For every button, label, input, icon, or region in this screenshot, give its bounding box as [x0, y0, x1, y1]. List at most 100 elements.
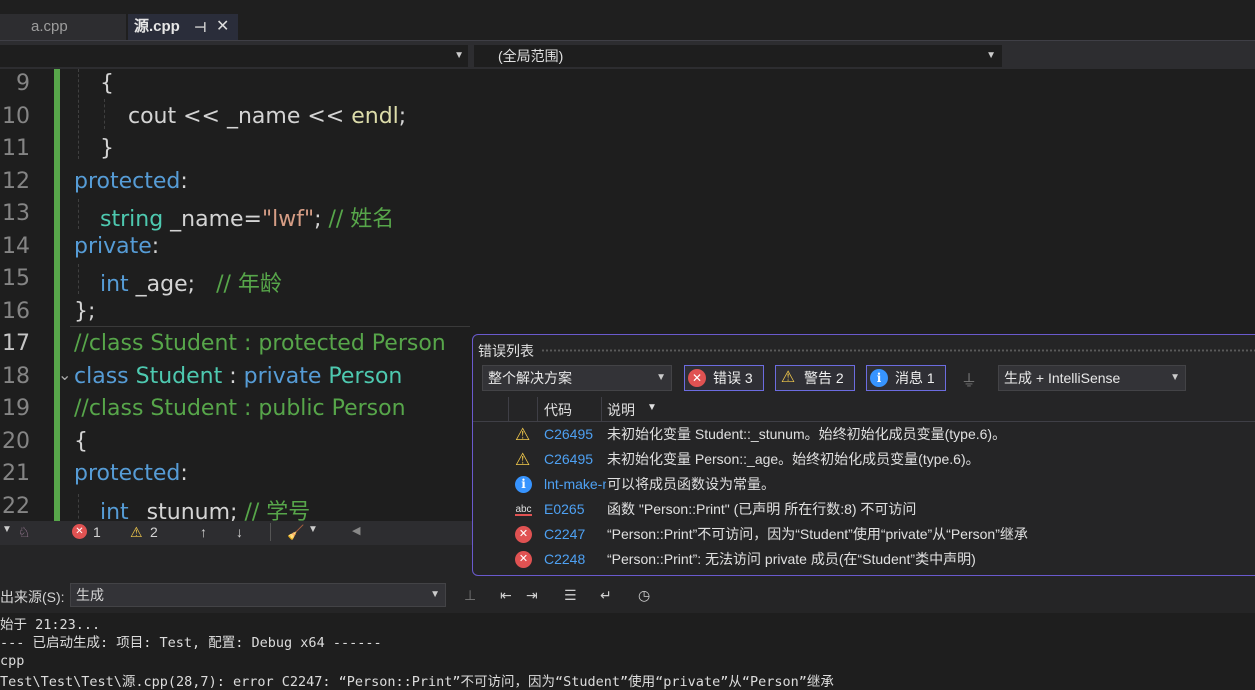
messages-filter-button[interactable]: i 消息 1 — [866, 365, 946, 391]
info-icon: i — [870, 369, 888, 387]
line-number: 16 — [2, 299, 30, 324]
warning-icon: ⚠ — [515, 425, 531, 444]
project-dropdown[interactable]: ▼ — [0, 45, 468, 67]
error-code-link[interactable]: C2247 — [544, 522, 606, 547]
error-list-row[interactable]: ✕ C2247 “Person::Print”不可访问，因为“Student”使… — [473, 522, 1255, 547]
error-code-link[interactable]: lnt-make-member-function-const — [544, 472, 606, 497]
code-line: int _stunum; // 学号 — [100, 494, 310, 521]
token: ; — [314, 207, 329, 232]
token: // 学号 — [244, 500, 311, 521]
token: string — [100, 207, 164, 232]
token: << — [300, 104, 352, 129]
line-number-gutter: 9 10 11 12 13 14 15 16 17 18 19 20 21 22 — [0, 69, 40, 521]
error-list-window[interactable]: 错误列表 整个解决方案 ▼ ✕ 错误 3 ⚠ 警告 2 i 消息 1 ⏚ 生成 … — [472, 334, 1255, 576]
column-separator — [601, 397, 602, 421]
previous-message-icon[interactable]: ⇤ — [500, 587, 512, 604]
chevron-down-icon[interactable]: ▼ — [2, 524, 12, 535]
chevron-down-icon: ▼ — [430, 589, 440, 600]
tab-label: a.cpp — [31, 18, 68, 35]
fold-chevron-icon[interactable]: ⌄ — [58, 365, 71, 385]
error-icon: ✕ — [515, 551, 532, 568]
find-message-icon[interactable]: ⊥ — [464, 587, 476, 604]
errors-filter-button[interactable]: ✕ 错误 3 — [684, 365, 764, 391]
warning-icon: ⚠ — [780, 369, 796, 386]
arrow-down-icon[interactable]: ↓ — [236, 524, 243, 540]
broom-icon[interactable]: 🧹 — [287, 524, 304, 541]
scope-value: (全局范围) — [498, 48, 564, 64]
error-description: “Person::Print”不可访问，因为“Student”使用“privat… — [607, 526, 1028, 542]
token: _name — [226, 104, 301, 129]
error-list-row[interactable]: ⚠ C26495 未初始化变量 Student::_stunum。始终初始化成员… — [473, 422, 1255, 447]
copilot-icon[interactable]: ♘ — [18, 524, 31, 541]
scroll-left-icon[interactable]: ◀ — [352, 524, 360, 537]
chevron-down-icon[interactable]: ▼ — [308, 524, 318, 535]
error-list-row[interactable]: ✕ C2248 “Person::Print”: 无法访问 private 成员… — [473, 547, 1255, 572]
indent-guide — [78, 494, 79, 521]
error-description: “Person::Print”: 无法访问 private 成员(在“Stude… — [607, 551, 976, 567]
error-code-link[interactable]: E0265 — [544, 497, 606, 522]
scope-value: 整个解决方案 — [488, 370, 572, 386]
warning-count[interactable]: 2 — [150, 524, 158, 540]
messages-filter-label: 消息 1 — [895, 370, 935, 386]
tab-src-cpp[interactable]: 源.cpp ⊣ ✕ — [128, 14, 238, 40]
column-separator — [508, 397, 509, 421]
column-code[interactable]: 代码 — [544, 400, 572, 420]
sort-down-icon[interactable]: ▼ — [647, 402, 657, 413]
build-source-select[interactable]: 生成 + IntelliSense ▼ — [998, 365, 1186, 391]
line-number: 15 — [2, 266, 30, 291]
token: "lwf" — [261, 207, 315, 232]
error-code-link[interactable]: C26495 — [544, 422, 606, 447]
token: ; — [398, 104, 407, 129]
line-number: 18 — [2, 364, 30, 389]
current-line-highlight — [70, 326, 470, 327]
pin-icon[interactable]: ⊣ — [194, 14, 207, 40]
error-icon[interactable]: ✕ — [72, 524, 87, 539]
token: int — [100, 272, 129, 297]
line-number: 11 — [2, 136, 30, 161]
code-line: } — [100, 136, 114, 161]
error-list-row[interactable]: i lnt-make-member-function-const 可以将成员函数… — [473, 472, 1255, 497]
error-icon: ✕ — [515, 526, 532, 543]
clock-icon[interactable]: ◷ — [638, 587, 650, 604]
token: // 姓名 — [328, 207, 395, 232]
navigation-bar: ▼ (全局范围) ▼ — [0, 40, 1255, 70]
output-source-select[interactable]: 生成 ▼ — [70, 583, 446, 607]
token: : — [180, 461, 188, 486]
error-list-row[interactable]: ⚠ C26495 未初始化变量 Person::_age。始终初始化成员变量(t… — [473, 447, 1255, 472]
line-number: 10 — [2, 104, 30, 129]
indent-guide — [78, 264, 79, 294]
next-message-icon[interactable]: ⇥ — [526, 587, 538, 604]
intellisense-icon: abc — [515, 501, 532, 516]
close-icon[interactable]: ✕ — [216, 14, 229, 40]
change-indicator-bar — [54, 69, 60, 521]
indent-guide — [78, 199, 79, 229]
error-code-link[interactable]: C2248 — [544, 547, 606, 572]
output-text[interactable]: 始于 21:23... --- 已启动生成: 项目: Test, 配置: Deb… — [0, 613, 1255, 690]
error-description: 未初始化变量 Student::_stunum。始终初始化成员变量(type.6… — [607, 426, 1007, 442]
filter-icon[interactable]: ⏚ — [961, 367, 977, 391]
clear-all-icon[interactable]: ☰ — [564, 587, 577, 604]
warnings-filter-label: 警告 2 — [804, 370, 844, 386]
error-code-link[interactable]: C26495 — [544, 447, 606, 472]
error-count[interactable]: 1 — [93, 524, 101, 540]
error-list-row[interactable]: abc E0265 函数 "Person::Print" (已声明 所在行数:8… — [473, 497, 1255, 522]
token: _stunum; — [128, 500, 245, 521]
error-description: 可以将成员函数设为常量。 — [607, 476, 775, 492]
arrow-up-icon[interactable]: ↑ — [200, 524, 207, 540]
scope-select[interactable]: 整个解决方案 ▼ — [482, 365, 672, 391]
token: private — [74, 234, 152, 259]
token: Student — [128, 364, 223, 389]
word-wrap-icon[interactable]: ↵ — [600, 587, 612, 604]
code-line: protected: — [74, 169, 188, 194]
token: private — [243, 364, 322, 389]
token: _name= — [163, 207, 262, 232]
token: class — [74, 364, 129, 389]
drag-handle[interactable] — [541, 349, 1255, 352]
warning-icon[interactable]: ⚠ — [130, 524, 143, 541]
warnings-filter-button[interactable]: ⚠ 警告 2 — [775, 365, 855, 391]
tab-a-cpp[interactable]: a.cpp — [0, 14, 126, 40]
scope-dropdown[interactable]: (全局范围) ▼ — [474, 45, 1002, 67]
output-line: Test\Test\Test\源.cpp(28,7): error C2247:… — [0, 674, 834, 690]
column-description[interactable]: 说明 — [607, 400, 635, 420]
indent-guide — [104, 99, 105, 129]
